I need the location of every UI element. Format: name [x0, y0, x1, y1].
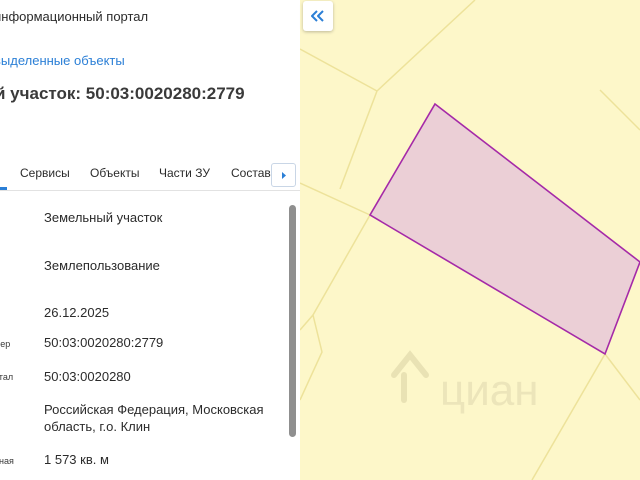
parcel-boundary: [376, 0, 476, 92]
prop-address-value-line2: область, г.о. Клин: [44, 419, 151, 434]
svg-text:циан: циан: [440, 366, 539, 415]
tab-composition[interactable]: Состав: [231, 166, 271, 180]
prop-address-value-line1: Российская Федерация, Московская: [44, 402, 264, 417]
parcel-boundary: [604, 353, 640, 401]
prop-quarter-value: 50:03:0020280: [44, 369, 131, 384]
parcel-boundary: [300, 214, 371, 401]
parcel-boundary: [300, 314, 314, 331]
object-title: й участок: 50:03:0020280:2779: [0, 84, 245, 103]
tab-objects[interactable]: Объекты: [90, 166, 140, 180]
caret-right-icon: [282, 172, 286, 179]
tab-bar: Сервисы Объекты Части ЗУ Состав: [0, 160, 300, 191]
prop-area-value: 1 573 кв. м: [44, 452, 109, 467]
double-chevron-left-icon: [311, 10, 324, 22]
selected-parcel: [368, 102, 640, 356]
prop-cadnum-label: мер: [0, 339, 11, 349]
cian-watermark: циан: [391, 350, 539, 415]
prop-kind-value: Землепользование: [44, 258, 160, 273]
tab-parts[interactable]: Части ЗУ: [159, 166, 210, 180]
selected-objects-link[interactable]: выделенные объекты: [0, 53, 125, 68]
prop-area-label: нная: [0, 456, 14, 466]
collapse-panel-button[interactable]: [303, 1, 333, 31]
prop-quarter-label: ртал: [0, 372, 14, 382]
parcel-boundary: [300, 182, 371, 216]
portal-title: информационный портал: [0, 9, 149, 24]
parcel-boundary: [339, 90, 378, 190]
active-tab-indicator: [0, 187, 7, 190]
parcel-boundary: [300, 48, 378, 92]
prop-type-value: Земельный участок: [44, 210, 163, 225]
panel-scrollbar[interactable]: [289, 205, 296, 437]
info-panel: информационный портал выделенные объекты…: [0, 0, 300, 480]
prop-date-value: 26.12.2025: [44, 305, 110, 320]
parcel-boundary: [599, 89, 640, 131]
tabs-scroll-right-button[interactable]: [271, 163, 296, 187]
prop-cadnum-value: 50:03:0020280:2779: [44, 335, 164, 350]
tab-services[interactable]: Сервисы: [20, 166, 70, 180]
